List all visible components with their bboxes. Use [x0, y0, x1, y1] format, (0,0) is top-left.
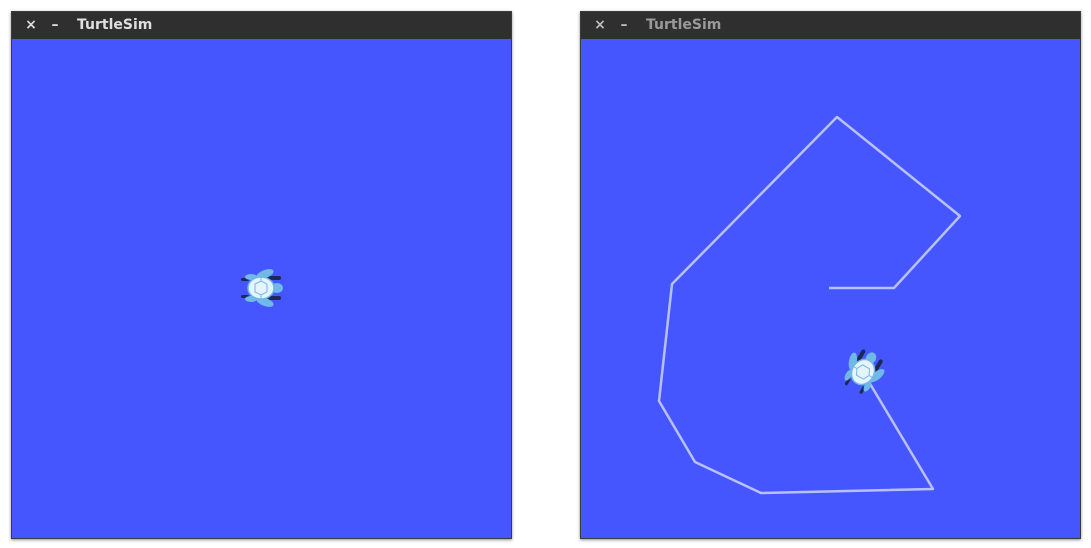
- minimize-icon[interactable]: –: [614, 12, 634, 39]
- canvas-svg: [657, 115, 962, 495]
- canvas-svg: [241, 269, 283, 307]
- turtle-trail: [657, 115, 962, 495]
- turtle-icon: [844, 349, 885, 394]
- simulation-canvas: [581, 39, 1080, 538]
- title-bar[interactable]: × – TurtleSim: [581, 12, 1080, 39]
- title-bar[interactable]: × – TurtleSim: [12, 12, 511, 39]
- turtle-icon: [241, 269, 283, 307]
- window-title: TurtleSim: [646, 17, 722, 33]
- turtlesim-window-right: × – TurtleSim: [580, 11, 1081, 539]
- window-title: TurtleSim: [77, 17, 153, 33]
- close-icon[interactable]: ×: [21, 12, 41, 39]
- simulation-canvas: [12, 39, 511, 538]
- turtlesim-window-left: × – TurtleSim: [11, 11, 512, 539]
- close-icon[interactable]: ×: [590, 12, 610, 39]
- minimize-icon[interactable]: –: [45, 12, 65, 39]
